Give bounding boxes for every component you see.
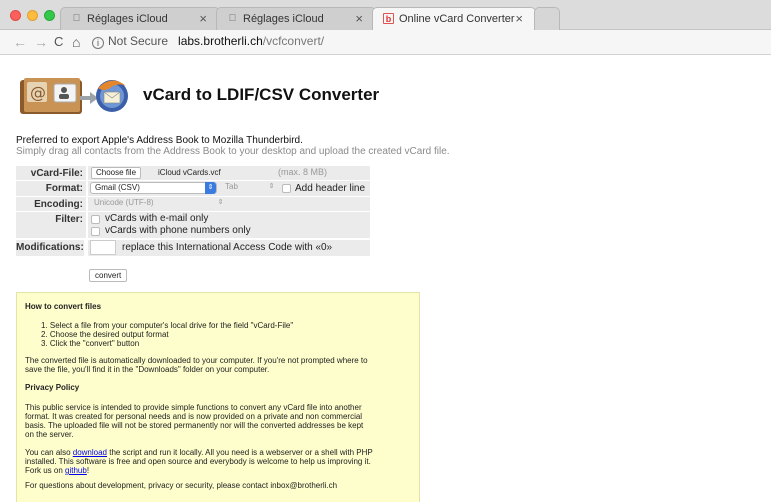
intro-text: Preferred to export Apple's Address Book…	[16, 135, 303, 146]
download-note-line: The converted file is automatically down…	[25, 356, 368, 365]
home-icon[interactable]: ⌂	[72, 34, 80, 50]
svg-text:@: @	[30, 83, 46, 102]
text-span: Fork us on	[25, 466, 66, 475]
filter-phone-label: vCards with phone numbers only	[105, 225, 251, 236]
zoom-window-icon[interactable]	[44, 10, 55, 21]
filter-phone-checkbox[interactable]	[91, 227, 100, 236]
brotherli-icon: b	[383, 13, 394, 24]
format-row: Format: Gmail (CSV) ⇕ Tab ⇕ Add header l…	[16, 181, 370, 196]
selected-file-name: iCloud vCards.vcf	[158, 168, 221, 177]
privacy-line: basis. The uploaded file will not be sto…	[25, 421, 364, 430]
tab-title: Réglages iCloud	[87, 13, 168, 25]
download-link[interactable]: download	[73, 448, 107, 457]
url-path: /vcfconvert/	[262, 34, 325, 48]
download-script-line: installed. This software is free and ope…	[25, 457, 371, 466]
minimize-window-icon[interactable]	[27, 10, 38, 21]
vcard-file-label: vCard-File:	[16, 166, 86, 180]
download-script-line: You can also download the script and run…	[25, 448, 417, 457]
list-item: 2. Choose the desired output format	[41, 330, 169, 339]
security-label: Not Secure	[108, 34, 169, 48]
updown-icon: ⇕	[268, 183, 275, 190]
close-window-icon[interactable]	[10, 10, 21, 21]
download-note-line: save the file, you'll find it in the "Do…	[25, 365, 270, 374]
filter-cell: vCards with e-mail only vCards with phon…	[88, 212, 370, 238]
delimiter-select-value: Tab	[225, 182, 238, 191]
tab-close-icon[interactable]: ×	[355, 11, 363, 26]
filter-label: Filter:	[16, 212, 86, 238]
github-link[interactable]: github	[65, 466, 87, 475]
privacy-text: This public service is intended to provi…	[25, 403, 417, 439]
format-select-value: Gmail (CSV)	[95, 183, 140, 192]
browser-tab-3[interactable]: b Online vCard Converter ×	[372, 7, 536, 31]
delimiter-select[interactable]: Tab ⇕	[221, 182, 277, 194]
filter-email-checkbox[interactable]	[91, 215, 100, 224]
convert-button[interactable]: convert	[89, 269, 128, 282]
download-script-text: You can also download the script and run…	[25, 448, 417, 475]
tab-close-icon[interactable]: ×	[199, 11, 207, 26]
intro-subtext: Simply drag all contacts from the Addres…	[16, 146, 450, 157]
howto-heading: How to convert files	[25, 302, 102, 311]
url-host: labs.brotherli.ch	[178, 34, 263, 48]
updown-icon: ⇕	[217, 199, 224, 206]
browser-toolbar: ← → C ⌂ i Not Secure labs.brotherli.ch/vc…	[0, 30, 771, 55]
text-span: the script and run it locally. All you n…	[107, 448, 373, 457]
apple-icon: 	[71, 13, 82, 25]
encoding-cell: Unicode (UTF-8) ⇕	[88, 197, 370, 211]
back-icon[interactable]: ←	[13, 34, 27, 50]
list-item: 3. Click the "convert" button	[41, 339, 140, 348]
modifications-label: Modifications:	[16, 240, 84, 256]
encoding-select-value: Unicode (UTF-8)	[94, 198, 154, 207]
format-select[interactable]: Gmail (CSV) ⇕	[90, 182, 217, 194]
format-cell: Gmail (CSV) ⇕ Tab ⇕ Add header line	[88, 181, 370, 196]
address-bar[interactable]: i Not Secure labs.brotherli.ch/vcfconvert…	[92, 34, 324, 49]
vcard-file-row: vCard-File: Choose file iCloud vCards.vc…	[16, 166, 370, 180]
max-size-hint: (max. 8 MB)	[278, 167, 328, 177]
howto-steps: 1. Select a file from your computer's lo…	[41, 321, 433, 348]
modifications-row: Modifications: replace this Internationa…	[16, 240, 370, 256]
encoding-label: Encoding:	[16, 197, 86, 211]
browser-tab-1[interactable]:  Réglages iCloud ×	[60, 7, 220, 30]
format-label: Format:	[16, 181, 86, 196]
choose-file-button[interactable]: Choose file	[91, 167, 142, 179]
encoding-row: Encoding: Unicode (UTF-8) ⇕	[16, 197, 370, 211]
vcard-file-cell: Choose file iCloud vCards.vcf (max. 8 MB…	[88, 166, 370, 180]
filter-row: Filter: vCards with e-mail only vCards w…	[16, 212, 370, 238]
fork-line: Fork us on github!	[25, 466, 417, 475]
filter-email-label: vCards with e-mail only	[105, 213, 209, 224]
privacy-line: on the server.	[25, 430, 74, 439]
info-icon[interactable]: i	[92, 37, 104, 49]
add-header-label: Add header line	[295, 183, 366, 194]
add-header-checkbox[interactable]	[282, 184, 291, 193]
text-span: You can also	[25, 448, 73, 457]
download-note: The converted file is automatically down…	[25, 356, 417, 374]
tab-title: Online vCard Converter	[399, 13, 515, 25]
modifications-text: replace this International Access Code w…	[122, 242, 333, 253]
contact-text: For questions about development, privacy…	[25, 481, 338, 490]
info-box: How to convert files 1. Select a file fr…	[16, 292, 420, 502]
modifications-cell: replace this International Access Code w…	[88, 240, 370, 256]
encoding-select[interactable]: Unicode (UTF-8) ⇕	[90, 198, 226, 210]
address-book-thunderbird-logo: @	[18, 66, 128, 122]
tab-close-icon[interactable]: ×	[515, 11, 523, 26]
browser-tab-2[interactable]:  Réglages iCloud ×	[216, 7, 376, 30]
privacy-heading: Privacy Policy	[25, 383, 80, 392]
new-tab-button[interactable]	[534, 7, 560, 30]
page-title: vCard to LDIF/CSV Converter	[143, 85, 380, 104]
apple-icon: 	[227, 13, 238, 25]
access-code-input[interactable]	[90, 240, 116, 255]
text-span: !	[86, 466, 90, 475]
reload-icon[interactable]: C	[54, 34, 63, 50]
browser-tab-bar:  Réglages iCloud ×  Réglages iCloud × …	[0, 0, 771, 31]
privacy-line: format. It was created for personal need…	[25, 412, 363, 421]
list-item: 1. Select a file from your computer's lo…	[41, 321, 294, 330]
privacy-line: This public service is intended to provi…	[25, 403, 362, 412]
updown-icon: ⇕	[205, 182, 216, 194]
tab-title: Réglages iCloud	[243, 13, 324, 25]
forward-icon[interactable]: →	[34, 34, 48, 50]
